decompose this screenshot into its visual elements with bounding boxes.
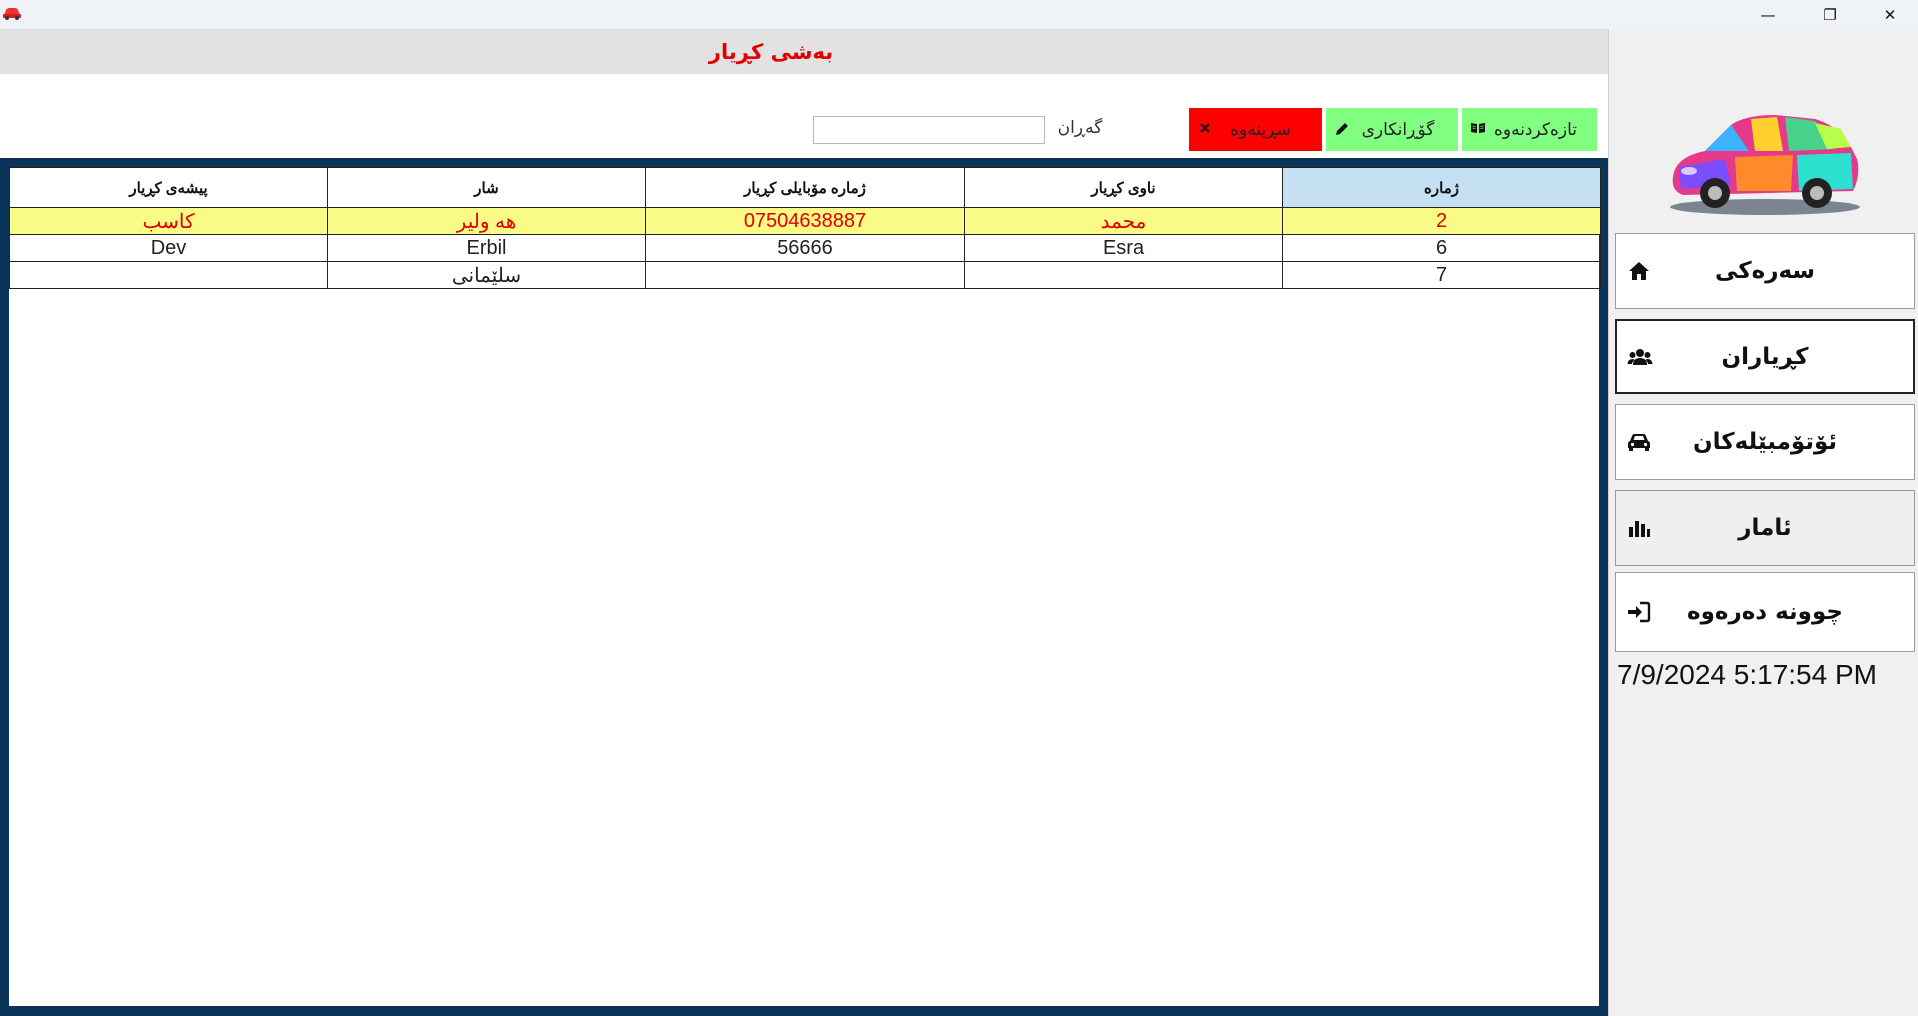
table-row[interactable]: سلێمانی 7 — [9, 261, 1601, 289]
page-title: بەشی کڕیار — [708, 39, 834, 64]
car-app-icon — [3, 8, 21, 20]
nav-logout-button[interactable]: چوونە دەرەوە — [1615, 572, 1915, 652]
cell-mobile[interactable]: 07504638887 — [645, 207, 965, 235]
main-panel: بەشی کڕیار تازەکردنەوە گۆڕانکاری سڕینەوە… — [0, 29, 1608, 1016]
toolbar: تازەکردنەوە گۆڕانکاری سڕینەوە گەڕان — [0, 74, 1608, 158]
nav-statistics-button[interactable]: ئامار — [1615, 490, 1915, 566]
edit-button[interactable]: گۆڕانکاری — [1326, 108, 1458, 151]
close-icon — [1200, 123, 1210, 133]
cell-mobile[interactable]: 56666 — [645, 234, 965, 262]
customers-table: پیشەی کڕیار شار ژمارە مۆبایلی کڕیار ناوی… — [9, 167, 1601, 289]
edit-label: گۆڕانکاری — [1361, 119, 1435, 140]
refresh-button[interactable]: تازەکردنەوە — [1462, 108, 1597, 151]
cell-city[interactable]: سلێمانی — [327, 261, 646, 289]
pencil-icon — [1336, 123, 1348, 135]
window-titlebar: — ❐ ✕ — [0, 0, 1918, 29]
cell-mobile[interactable] — [645, 261, 965, 289]
cell-name[interactable]: محمد — [964, 207, 1283, 235]
nav-customers-button[interactable]: کڕیاران — [1615, 319, 1915, 394]
cell-city[interactable]: Erbil — [327, 234, 646, 262]
nav-home-button[interactable]: سەرەکی — [1615, 233, 1915, 309]
car-logo — [1670, 115, 1860, 215]
cell-occupation[interactable] — [9, 261, 328, 289]
home-icon — [1629, 262, 1649, 280]
nav-cars-label: ئۆتۆمبێلەکان — [1692, 429, 1838, 455]
cell-name[interactable] — [964, 261, 1283, 289]
delete-button[interactable]: سڕینەوە — [1189, 108, 1322, 151]
header-row: پیشەی کڕیار شار ژمارە مۆبایلی کڕیار ناوی… — [9, 167, 1601, 208]
delete-label: سڕینەوە — [1230, 119, 1291, 140]
cell-occupation[interactable]: کاسب — [9, 207, 328, 235]
minimize-button[interactable]: — — [1740, 0, 1796, 29]
cell-number[interactable]: 7 — [1282, 261, 1601, 289]
maximize-button[interactable]: ❐ — [1802, 0, 1858, 29]
column-header-number[interactable]: ژمارە — [1282, 167, 1601, 208]
restore-icon: ❐ — [1823, 5, 1837, 24]
refresh-label: تازەکردنەوە — [1493, 119, 1578, 140]
nav-customers-label: کڕیاران — [1721, 343, 1809, 370]
column-header-name[interactable]: ناوی کڕیار — [964, 167, 1283, 208]
cell-number[interactable]: 6 — [1282, 234, 1601, 262]
nav-home-label: سەرەکی — [1714, 258, 1816, 284]
book-open-icon — [1471, 123, 1485, 133]
header-bar: بەشی کڕیار — [0, 29, 1608, 74]
users-icon — [1627, 348, 1653, 365]
sign-in-icon — [1628, 601, 1651, 623]
customers-grid[interactable]: پیشەی کڕیار شار ژمارە مۆبایلی کڕیار ناوی… — [9, 167, 1601, 1006]
search-input[interactable] — [813, 116, 1045, 144]
column-header-mobile[interactable]: ژمارە مۆبایلی کڕیار — [645, 167, 965, 208]
cell-occupation[interactable]: Dev — [9, 234, 328, 262]
close-button[interactable]: ✕ — [1862, 0, 1918, 29]
bar-chart-icon — [1629, 521, 1650, 537]
table-row[interactable]: Dev Erbil 56666 Esra 6 — [9, 234, 1601, 262]
cell-city[interactable]: هە ولیر — [327, 207, 646, 235]
close-icon: ✕ — [1883, 5, 1897, 24]
sidebar: سەرەکی کڕیاران ئۆتۆمبێلەکان ئامار چوونە … — [1608, 29, 1918, 1016]
car-icon — [1628, 434, 1650, 451]
nav-logout-label: چوونە دەرەوە — [1687, 599, 1843, 625]
cell-number[interactable]: 2 — [1282, 207, 1601, 235]
nav-cars-button[interactable]: ئۆتۆمبێلەکان — [1615, 404, 1915, 480]
column-header-city[interactable]: شار — [327, 167, 646, 208]
minimize-icon: — — [1760, 5, 1776, 24]
search-label: گەڕان — [1057, 118, 1103, 138]
table-row[interactable]: کاسب هە ولیر 07504638887 محمد 2 — [9, 207, 1601, 235]
datetime-clock: 7/9/2024 5:17:54 PM — [1617, 659, 1877, 690]
column-header-occupation[interactable]: پیشەی کڕیار — [9, 167, 328, 208]
cell-name[interactable]: Esra — [964, 234, 1283, 262]
nav-statistics-label: ئامار — [1738, 515, 1792, 541]
customers-grid-frame: پیشەی کڕیار شار ژمارە مۆبایلی کڕیار ناوی… — [0, 158, 1608, 1016]
